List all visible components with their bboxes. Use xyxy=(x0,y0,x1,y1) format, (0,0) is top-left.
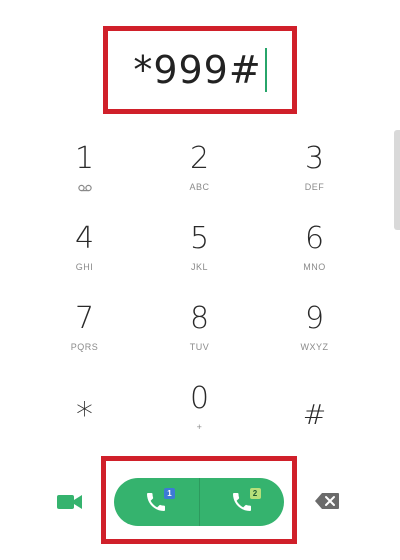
key-digit: 5 xyxy=(189,221,210,256)
dialed-number-display[interactable]: *999# xyxy=(103,26,297,114)
dialed-number-text: *999# xyxy=(133,48,262,92)
key-letters: WXYZ xyxy=(300,342,329,352)
key-digit: 6 xyxy=(304,221,325,256)
key-digit: 1 xyxy=(74,141,95,176)
key-letters: DEF xyxy=(304,182,325,192)
key-letters: JKL xyxy=(190,262,208,272)
key-letters: GHI xyxy=(75,262,94,272)
video-call-button[interactable] xyxy=(54,490,86,514)
dial-keypad: 1 2 ABC 3 DEF 4 GHI 5 JKL 6 MNO 7 PQRS 8… xyxy=(27,138,373,458)
key-letters: ABC xyxy=(189,182,210,192)
key-8[interactable]: 8 TUV xyxy=(142,298,257,378)
key-digit: 4 xyxy=(74,221,95,256)
key-digit: 0 xyxy=(189,381,210,416)
key-digit: 9 xyxy=(304,301,325,336)
key-digit: 8 xyxy=(189,301,210,336)
key-digit: 7 xyxy=(74,301,95,336)
text-cursor xyxy=(264,48,267,92)
edge-panel-handle[interactable] xyxy=(394,130,400,230)
key-3[interactable]: 3 DEF xyxy=(257,138,372,218)
video-camera-icon xyxy=(57,495,82,509)
key-hash[interactable]: # xyxy=(257,378,372,458)
key-digit: # xyxy=(302,398,327,431)
key-2[interactable]: 2 ABC xyxy=(142,138,257,218)
call-sim1-button[interactable]: 1 xyxy=(114,478,199,526)
key-9[interactable]: 9 WXYZ xyxy=(257,298,372,378)
voicemail-icon xyxy=(77,184,92,192)
call-button-group: 1 2 xyxy=(114,478,284,526)
key-5[interactable]: 5 JKL xyxy=(142,218,257,298)
key-letters: MNO xyxy=(303,262,326,272)
key-digit: 3 xyxy=(304,141,325,176)
key-letters: + xyxy=(196,422,203,432)
key-star[interactable]: * xyxy=(27,378,142,458)
key-0[interactable]: 0 + xyxy=(142,378,257,458)
sim2-badge: 2 xyxy=(249,488,261,499)
call-sim2-button[interactable]: 2 xyxy=(198,478,285,526)
key-6[interactable]: 6 MNO xyxy=(257,218,372,298)
key-1[interactable]: 1 xyxy=(27,138,142,218)
backspace-icon xyxy=(315,493,339,509)
key-letters: PQRS xyxy=(70,342,99,352)
key-7[interactable]: 7 PQRS xyxy=(27,298,142,378)
key-digit: * xyxy=(76,395,93,435)
key-letters: TUV xyxy=(189,342,210,352)
key-digit: 2 xyxy=(189,141,210,176)
key-4[interactable]: 4 GHI xyxy=(27,218,142,298)
backspace-button[interactable] xyxy=(313,491,341,511)
sim1-badge: 1 xyxy=(164,488,175,499)
